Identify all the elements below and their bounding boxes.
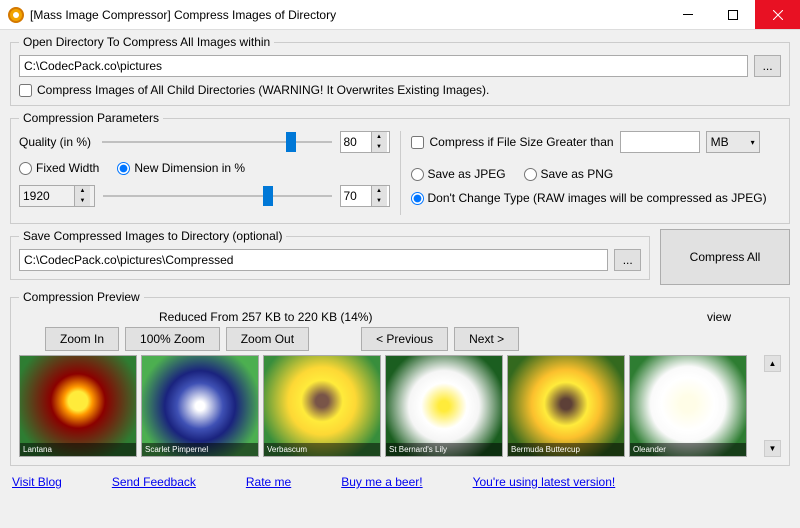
size-condition-label: Compress if File Size Greater than (430, 135, 614, 149)
open-directory-legend: Open Directory To Compress All Images wi… (19, 35, 274, 49)
params-legend: Compression Parameters (19, 111, 163, 125)
save-png-radio[interactable] (524, 168, 537, 181)
child-dirs-checkbox[interactable] (19, 84, 32, 97)
buy-beer-link[interactable]: Buy me a beer! (341, 475, 422, 489)
dont-change-radio[interactable] (411, 192, 424, 205)
window-title: [Mass Image Compressor] Compress Images … (30, 8, 665, 22)
preview-legend: Compression Preview (19, 290, 144, 304)
dont-change-label: Don't Change Type (RAW images will be co… (428, 191, 767, 205)
quality-slider[interactable] (102, 132, 332, 152)
fixed-width-spinner[interactable]: ▲▼ (19, 185, 95, 207)
send-feedback-link[interactable]: Send Feedback (112, 475, 196, 489)
minimize-button[interactable] (665, 0, 710, 29)
size-threshold-input[interactable] (620, 131, 700, 153)
thumbnail[interactable]: St Bernard's Lily (385, 355, 503, 457)
dimension-slider[interactable] (103, 186, 332, 206)
size-unit-select[interactable]: MB▾ (706, 131, 760, 153)
dest-path-input[interactable] (19, 249, 608, 271)
thumbnail[interactable]: Verbascum (263, 355, 381, 457)
thumbnail-strip: Lantana Scarlet Pimpernel Verbascum St B… (19, 355, 760, 457)
app-icon (8, 7, 24, 23)
version-link[interactable]: You're using latest version! (473, 475, 616, 489)
zoom-out-button[interactable]: Zoom Out (226, 327, 309, 351)
thumbnail[interactable]: Lantana (19, 355, 137, 457)
browse-source-button[interactable]: ... (754, 55, 781, 77)
fixed-width-radio[interactable] (19, 162, 32, 175)
thumbnail[interactable]: Bermuda Buttercup (507, 355, 625, 457)
new-dimension-radio[interactable] (117, 162, 130, 175)
view-label: view (707, 310, 731, 327)
scroll-down-icon[interactable]: ▼ (764, 440, 781, 457)
child-dirs-label: Compress Images of All Child Directories… (37, 83, 489, 97)
save-jpeg-radio[interactable] (411, 168, 424, 181)
titlebar: [Mass Image Compressor] Compress Images … (0, 0, 800, 30)
compress-all-button[interactable]: Compress All (660, 229, 790, 285)
rate-me-link[interactable]: Rate me (246, 475, 291, 489)
fixed-width-label: Fixed Width (36, 161, 99, 175)
browse-dest-button[interactable]: ... (614, 249, 641, 271)
footer-links: Visit Blog Send Feedback Rate me Buy me … (10, 471, 790, 489)
save-legend: Save Compressed Images to Directory (opt… (19, 229, 286, 243)
preview-group: Compression Preview Reduced From 257 KB … (10, 290, 790, 466)
size-condition-checkbox[interactable] (411, 136, 424, 149)
zoom-in-button[interactable]: Zoom In (45, 327, 119, 351)
scroll-up-icon[interactable]: ▲ (764, 355, 781, 372)
previous-button[interactable]: < Previous (361, 327, 448, 351)
open-directory-group: Open Directory To Compress All Images wi… (10, 35, 790, 106)
compression-params-group: Compression Parameters Quality (in %) ▲▼… (10, 111, 790, 224)
save-directory-group: Save Compressed Images to Directory (opt… (10, 229, 650, 280)
save-png-label: Save as PNG (541, 167, 614, 181)
zoom-100-button[interactable]: 100% Zoom (125, 327, 220, 351)
save-jpeg-label: Save as JPEG (428, 167, 506, 181)
next-button[interactable]: Next > (454, 327, 519, 351)
thumbnail-scrollbar[interactable]: ▲ ▼ (764, 355, 781, 457)
close-button[interactable] (755, 0, 800, 29)
new-dimension-label: New Dimension in % (134, 161, 245, 175)
maximize-button[interactable] (710, 0, 755, 29)
reduction-info: Reduced From 257 KB to 220 KB (14%) (159, 310, 372, 324)
source-path-input[interactable] (19, 55, 748, 77)
thumbnail[interactable]: Oleander (629, 355, 747, 457)
thumbnail[interactable]: Scarlet Pimpernel (141, 355, 259, 457)
quality-spinner[interactable]: ▲▼ (340, 131, 390, 153)
quality-label: Quality (in %) (19, 135, 94, 149)
dimension-spinner[interactable]: ▲▼ (340, 185, 390, 207)
visit-blog-link[interactable]: Visit Blog (12, 475, 62, 489)
